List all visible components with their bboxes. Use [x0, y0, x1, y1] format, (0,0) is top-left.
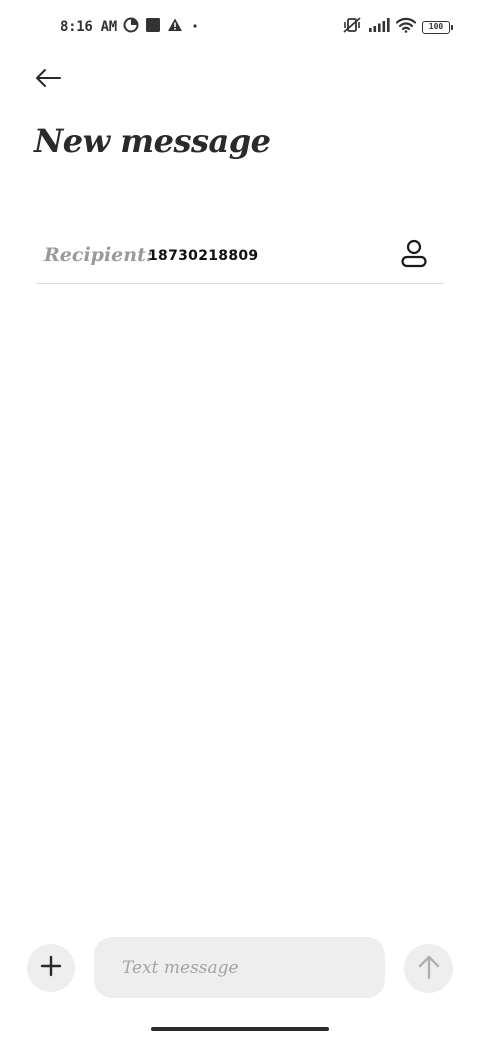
battery-level: 100 [428, 22, 444, 31]
add-attachment-button[interactable] [27, 944, 75, 992]
contacts-button[interactable] [398, 239, 430, 273]
message-placeholder: Text message [122, 957, 239, 978]
recipient-input[interactable]: 18730218809 [148, 248, 258, 264]
status-bar-left: 8:16 AM [60, 16, 201, 38]
recipient-row[interactable]: Recipient: 18730218809 [36, 232, 444, 284]
vibrate-off-icon [342, 16, 362, 38]
stop-square-icon [145, 17, 161, 37]
new-message-screen: 8:16 AM 100 New message Recipient: 18730… [0, 0, 480, 1040]
send-button[interactable] [404, 944, 453, 993]
alert-triangle-icon [167, 17, 183, 37]
message-input[interactable]: Text message [94, 937, 385, 998]
recipient-label: Recipient: [44, 244, 153, 266]
plus-icon [40, 955, 62, 981]
status-bar-right: 100 [342, 16, 453, 38]
person-icon [400, 239, 428, 273]
wifi-icon [395, 17, 417, 37]
page-title: New message [34, 122, 271, 160]
status-bar: 8:16 AM 100 [0, 0, 480, 56]
arrow-left-icon [34, 68, 62, 92]
battery-icon: 100 [422, 20, 453, 34]
arrow-up-icon [418, 954, 440, 984]
back-button[interactable] [30, 62, 66, 98]
data-saver-icon [123, 17, 139, 37]
home-indicator[interactable] [151, 1027, 329, 1031]
status-time: 8:16 AM [60, 19, 117, 35]
signal-bars-icon [368, 17, 390, 37]
dot-icon [189, 17, 201, 37]
